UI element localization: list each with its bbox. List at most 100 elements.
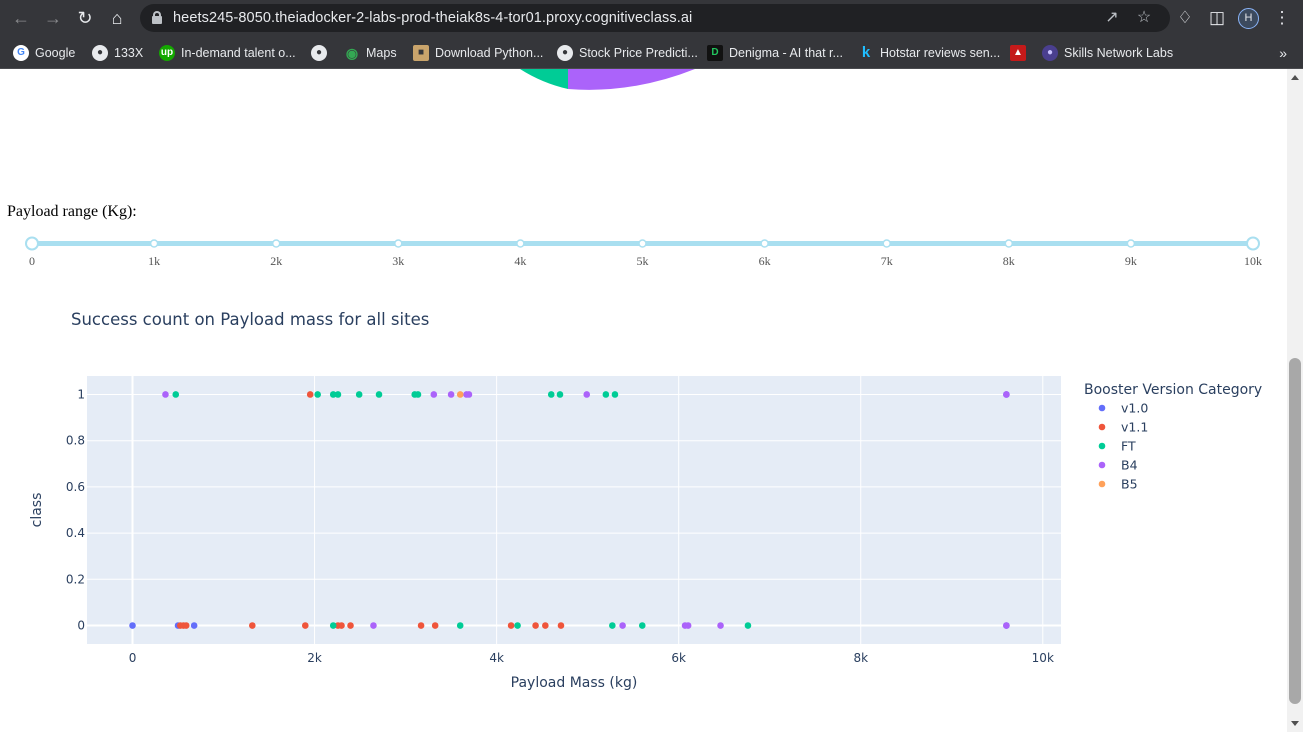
data-point-v1-1[interactable] (417, 622, 425, 629)
data-point-b4[interactable] (430, 391, 438, 398)
data-point-b4[interactable] (1003, 391, 1010, 398)
data-point-ft[interactable] (329, 622, 337, 629)
x-tick-labels: 0 2k 4k 6k 8k 10k (129, 651, 1054, 665)
bookmark-google[interactable]: G Google (13, 41, 75, 65)
maps-pin-icon: ◉ (345, 44, 359, 61)
data-point-b4[interactable] (465, 391, 473, 398)
data-point-b4[interactable] (370, 622, 377, 629)
browser-toolbar: ← → ↻ ⌂ heets245-8050.theiadocker-2-labs… (0, 0, 1303, 36)
x-tick-label: 0 (129, 651, 137, 665)
bookmark-pdf[interactable]: ▲ (1010, 41, 1032, 65)
data-point-ft[interactable] (334, 391, 342, 398)
data-point-v1-1[interactable] (532, 622, 539, 629)
forward-icon[interactable]: → (41, 6, 65, 30)
legend-label[interactable]: B4 (1121, 458, 1138, 473)
share-icon[interactable]: ↗ (1100, 6, 1124, 30)
address-bar[interactable]: heets245-8050.theiadocker-2-labs-prod-th… (140, 4, 1170, 32)
data-point-v1-1[interactable] (338, 622, 345, 629)
legend[interactable]: v1.0 v1.1 FT B4 B5 (1098, 401, 1149, 492)
data-point-v1-1[interactable] (182, 622, 190, 629)
legend-marker-v1-1[interactable] (1098, 423, 1106, 431)
reload-icon[interactable]: ↻ (73, 6, 97, 30)
data-point-ft[interactable] (375, 391, 383, 398)
legend-title: Booster Version Category (1084, 382, 1262, 398)
data-point-ft[interactable] (556, 391, 564, 398)
data-point-v1-1[interactable] (557, 622, 565, 629)
data-point-ft[interactable] (638, 622, 646, 629)
data-point-b4[interactable] (684, 622, 692, 629)
data-point-v1-0[interactable] (190, 622, 198, 629)
legend-label[interactable]: v1.1 (1121, 420, 1148, 435)
pdf-icon: ▲ (1010, 44, 1026, 61)
bookmark-denigma[interactable]: D Denigma - AI that r... (707, 41, 843, 65)
data-point-b4[interactable] (717, 622, 724, 629)
bookmark-globe[interactable]: ● (311, 41, 333, 65)
data-point-b4[interactable] (1003, 622, 1010, 629)
x-tick-label: 4k (489, 651, 504, 665)
back-icon[interactable]: ← (9, 6, 33, 30)
data-point-v1-1[interactable] (347, 622, 354, 629)
bookmark-label: 133X (114, 46, 144, 60)
data-point-ft[interactable] (355, 391, 363, 398)
scroll-thumb[interactable] (1289, 358, 1301, 704)
legend-marker-b5[interactable] (1098, 480, 1106, 488)
bookmark-stock-price[interactable]: ● Stock Price Predicti... (557, 41, 698, 65)
data-point-ft[interactable] (744, 622, 752, 629)
data-point-ft[interactable] (602, 391, 610, 398)
legend-label[interactable]: v1.0 (1121, 401, 1148, 416)
bookmark-maps[interactable]: ◉ Maps (344, 41, 397, 65)
bookmark-label: Google (35, 46, 76, 60)
data-point-v1-1[interactable] (431, 622, 439, 629)
data-point-v1-0[interactable] (129, 622, 136, 629)
data-point-ft[interactable] (547, 391, 555, 398)
data-point-ft[interactable] (611, 391, 619, 398)
lock-icon[interactable] (152, 11, 162, 24)
denigma-icon: D (707, 44, 723, 61)
data-point-v1-1[interactable] (306, 391, 314, 398)
page-scrollbar[interactable] (1287, 69, 1303, 732)
data-point-v1-1[interactable] (542, 622, 549, 629)
data-point-v1-1[interactable] (249, 622, 256, 629)
data-point-v1-1[interactable] (301, 622, 309, 629)
data-point-ft[interactable] (456, 622, 464, 629)
y-tick-label: 0.4 (66, 526, 85, 540)
bookmarks-overflow-icon[interactable]: » (1279, 41, 1287, 65)
data-point-v1-1[interactable] (507, 622, 515, 629)
profile-avatar[interactable]: H (1238, 8, 1259, 29)
data-point-b5[interactable] (456, 391, 464, 398)
data-point-b4[interactable] (583, 391, 591, 398)
bookmarks-bar: G Google ● 133X up In-demand talent o... ● … (0, 36, 1303, 69)
url-text[interactable]: heets245-8050.theiadocker-2-labs-prod-th… (173, 4, 692, 32)
data-point-ft[interactable] (172, 391, 180, 398)
legend-marker-ft[interactable] (1098, 442, 1106, 450)
side-panel-icon[interactable]: ◫ (1205, 6, 1229, 30)
data-point-ft[interactable] (314, 391, 321, 398)
bookmark-python[interactable]: ■ Download Python... (413, 41, 543, 65)
scroll-down-arrow-icon[interactable] (1291, 721, 1299, 726)
payload-scatter-chart: 0 2k 4k 6k 8k 10k 0 0.2 0.4 0.6 0.8 1 Payload Mass… (29, 376, 1262, 691)
data-point-b4[interactable] (447, 391, 455, 398)
x-tick-label: 8k (853, 651, 868, 665)
data-point-b4[interactable] (619, 622, 626, 629)
x-axis-label: Payload Mass (kg) (511, 675, 638, 691)
extensions-puzzle-icon[interactable]: ♢ (1173, 6, 1197, 30)
home-icon[interactable]: ⌂ (105, 6, 129, 30)
data-point-ft[interactable] (514, 622, 521, 629)
bookmark-star-icon[interactable]: ☆ (1132, 6, 1156, 30)
legend-marker-b4[interactable] (1098, 461, 1106, 469)
bookmark-hotstar[interactable]: k Hotstar reviews sen... (858, 41, 1000, 65)
data-point-b4[interactable] (162, 391, 169, 398)
data-point-ft[interactable] (414, 391, 422, 398)
bookmark-upwork[interactable]: up In-demand talent o... (159, 41, 296, 65)
legend-label[interactable]: FT (1121, 439, 1136, 454)
upwork-icon: up (159, 44, 175, 61)
legend-marker-v1-0[interactable] (1098, 404, 1106, 412)
bookmark-133x[interactable]: ● 133X (92, 41, 143, 65)
menu-kebab-icon[interactable]: ⋮ (1270, 6, 1294, 30)
scroll-up-arrow-icon[interactable] (1291, 75, 1299, 80)
legend-label[interactable]: B5 (1121, 477, 1138, 492)
bookmark-label: Maps (366, 46, 397, 60)
skills-network-icon: ● (1042, 44, 1058, 61)
data-point-ft[interactable] (609, 622, 616, 629)
bookmark-skills-network[interactable]: ● Skills Network Labs (1042, 41, 1173, 65)
